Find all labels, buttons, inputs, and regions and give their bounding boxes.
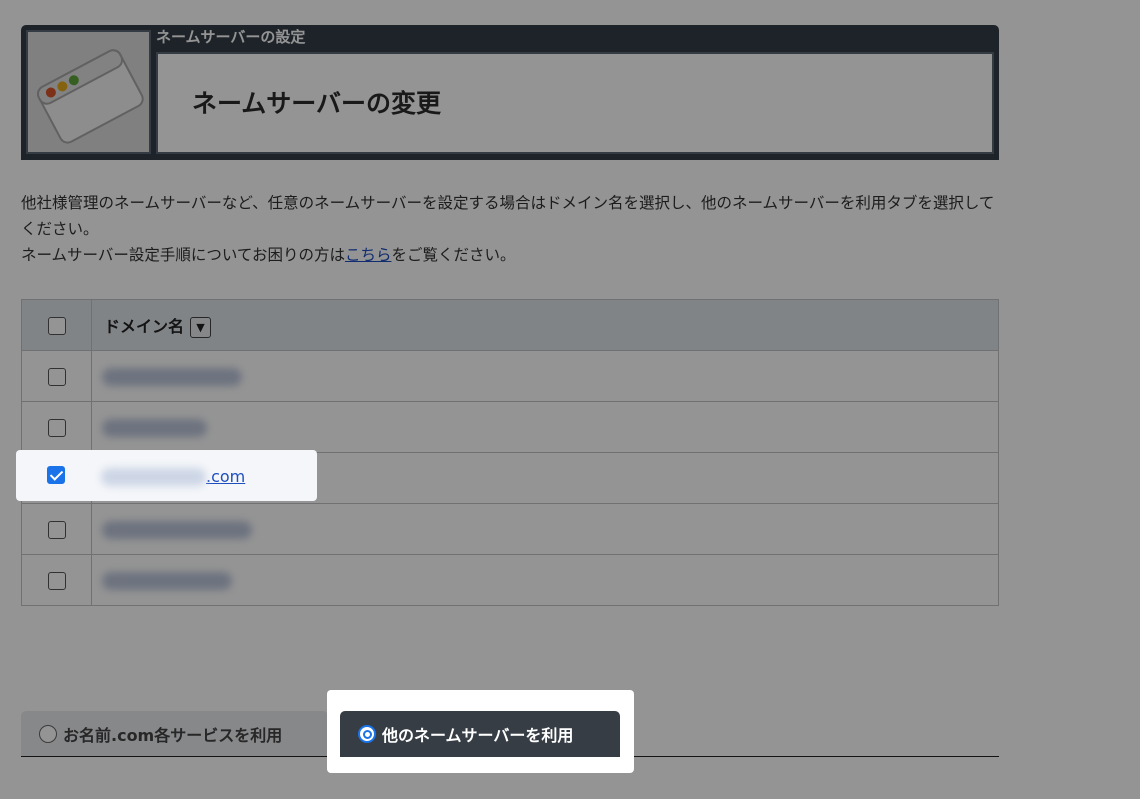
tab-other-nameserver[interactable]: 他のネームサーバーを利用	[340, 711, 620, 757]
tab-onamae-services[interactable]: お名前.com各サービスを利用	[21, 711, 328, 756]
row-checkbox[interactable]	[47, 418, 66, 437]
blurred-domain-link[interactable]	[102, 418, 207, 437]
highlighted-tab-area: 他のネームサーバーを利用	[327, 690, 634, 773]
table-header-row: ドメイン名 ▼	[21, 299, 999, 351]
selected-domain: .com	[101, 466, 245, 486]
domain-link-com[interactable]: .com	[206, 467, 245, 486]
page-title-box: ネームサーバーの変更	[156, 52, 994, 154]
domain-column-header: ドメイン名 ▼	[91, 299, 999, 351]
tab-onamae-label: お名前.com各サービスを利用	[63, 725, 283, 745]
selected-row-checkbox[interactable]	[47, 466, 65, 484]
table-row	[21, 503, 999, 555]
description-text: 他社様管理のネームサーバーなど、任意のネームサーバーを設定する場合はドメイン名を…	[21, 190, 996, 268]
window-app-icon	[26, 30, 151, 154]
blurred-domain-link[interactable]	[102, 367, 242, 386]
table-row	[21, 350, 999, 402]
blurred-domain-link[interactable]	[102, 520, 252, 539]
row-checkbox[interactable]	[47, 367, 66, 386]
table-row	[21, 554, 999, 606]
help-link[interactable]: こちら	[345, 246, 392, 264]
sort-down-icon[interactable]: ▼	[190, 316, 212, 338]
breadcrumb: ネームサーバーの設定	[156, 28, 306, 46]
row-checkbox[interactable]	[47, 520, 66, 539]
select-all-checkbox[interactable]	[47, 316, 66, 335]
blurred-domain-name	[101, 467, 206, 486]
table-row	[21, 401, 999, 453]
tab-other-label: 他のネームサーバーを利用	[382, 726, 574, 745]
description-line-1: 他社様管理のネームサーバーなど、任意のネームサーバーを設定する場合はドメイン名を…	[21, 194, 995, 238]
page-header-panel: ネームサーバーの設定 ネームサーバーの変更	[21, 25, 999, 160]
onamae-radio[interactable]	[39, 724, 57, 743]
description-suffix: をご覧ください。	[391, 246, 516, 264]
select-all-cell	[21, 299, 92, 351]
domain-column-label: ドメイン名	[104, 316, 185, 336]
blurred-domain-link[interactable]	[102, 571, 232, 590]
description-line-2: ネームサーバー設定手順についてお困りの方はこちらをご覧ください。	[21, 242, 996, 268]
highlighted-selected-row: .com	[16, 450, 317, 501]
row-checkbox[interactable]	[47, 571, 66, 590]
page-title: ネームサーバーの変更	[192, 89, 442, 118]
description-prefix: ネームサーバー設定手順についてお困りの方は	[21, 246, 345, 264]
other-nameserver-radio[interactable]	[358, 725, 376, 743]
